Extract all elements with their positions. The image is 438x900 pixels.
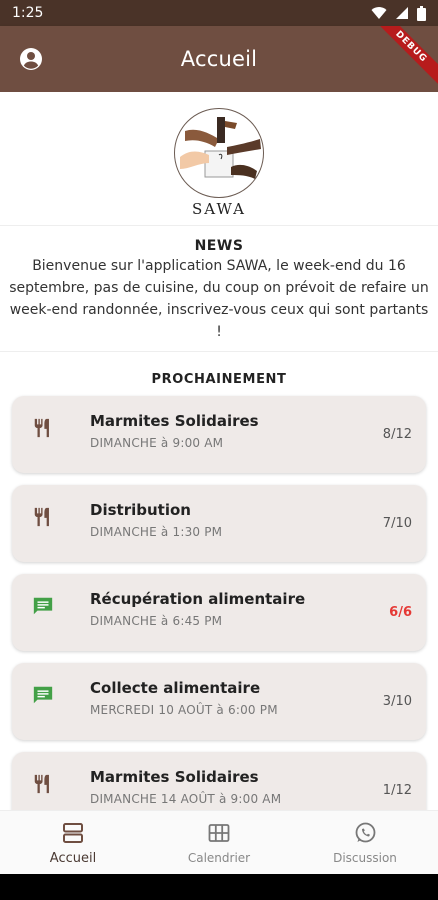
event-date: DIMANCHE à 9:00 AM bbox=[90, 436, 224, 450]
event-card[interactable]: Marmites Solidaires DIMANCHE à 9:00 AM 8… bbox=[12, 396, 426, 473]
event-card[interactable]: Distribution DIMANCHE à 1:30 PM 7/10 bbox=[12, 485, 426, 562]
event-name: Collecte alimentaire bbox=[90, 679, 261, 697]
restaurant-icon bbox=[34, 418, 49, 438]
event-date: MERCREDI 10 AOÛT à 6:00 PM bbox=[90, 703, 278, 717]
calendar-grid-icon bbox=[208, 824, 230, 842]
upcoming-title: PROCHAINEMENT bbox=[151, 372, 287, 387]
event-date: DIMANCHE 14 AOÛT à 9:00 AM bbox=[90, 792, 282, 806]
app-bar: Accueil DEBUG bbox=[0, 26, 438, 92]
event-name: Marmites Solidaires bbox=[90, 768, 259, 786]
news-body: Bienvenue sur l'application SAWA, le wee… bbox=[9, 258, 429, 340]
event-count: 7/10 bbox=[382, 516, 412, 531]
battery-icon bbox=[417, 5, 426, 21]
event-name: Marmites Solidaires bbox=[90, 412, 259, 430]
main-content[interactable]: SAWA NEWS Bienvenue sur l'application SA… bbox=[0, 92, 438, 810]
sawa-logo bbox=[174, 108, 264, 198]
event-name: Récupération alimentaire bbox=[90, 590, 306, 608]
logo-text: SAWA bbox=[191, 200, 246, 218]
event-count: 8/12 bbox=[382, 427, 412, 442]
home-list-icon bbox=[63, 823, 83, 843]
status-icons bbox=[371, 5, 426, 21]
account-icon[interactable] bbox=[19, 47, 43, 71]
bottom-navigation: Accueil Calendrier Discussion bbox=[0, 810, 438, 874]
events-list: Marmites Solidaires DIMANCHE à 9:00 AM 8… bbox=[0, 396, 438, 810]
nav-label: Calendrier bbox=[187, 851, 251, 865]
event-date: DIMANCHE à 1:30 PM bbox=[90, 525, 223, 539]
event-count: 3/10 bbox=[382, 694, 412, 709]
event-card[interactable]: Marmites Solidaires DIMANCHE 14 AOÛT à 9… bbox=[12, 752, 426, 810]
chat-icon bbox=[33, 597, 53, 615]
event-card[interactable]: Collecte alimentaire MERCREDI 10 AOÛT à … bbox=[12, 663, 426, 740]
status-bar: 1:25 bbox=[0, 0, 438, 26]
status-time: 1:25 bbox=[12, 5, 44, 21]
logo-illustration bbox=[180, 117, 261, 179]
nav-item-calendrier[interactable]: Calendrier bbox=[146, 811, 292, 874]
event-card[interactable]: Récupération alimentaire DIMANCHE à 6:45… bbox=[12, 574, 426, 651]
event-date: DIMANCHE à 6:45 PM bbox=[90, 614, 223, 628]
event-count: 1/12 bbox=[382, 783, 412, 798]
whatsapp-icon bbox=[355, 822, 376, 843]
restaurant-icon bbox=[34, 774, 49, 794]
signal-icon bbox=[396, 7, 408, 19]
chat-icon bbox=[33, 686, 53, 704]
news-section: NEWS Bienvenue sur l'application SAWA, l… bbox=[0, 226, 438, 352]
page-title: Accueil bbox=[180, 47, 258, 71]
news-title: NEWS bbox=[194, 238, 244, 254]
logo-section: SAWA bbox=[0, 92, 438, 226]
event-name: Distribution bbox=[90, 501, 191, 519]
nav-item-discussion[interactable]: Discussion bbox=[292, 811, 438, 874]
nav-label: Discussion bbox=[333, 851, 397, 865]
nav-item-accueil[interactable]: Accueil bbox=[0, 811, 146, 874]
event-count: 6/6 bbox=[389, 605, 412, 620]
system-navigation-bar bbox=[0, 874, 438, 900]
restaurant-icon bbox=[34, 507, 49, 527]
wifi-icon bbox=[371, 7, 387, 20]
nav-label: Accueil bbox=[49, 851, 97, 866]
